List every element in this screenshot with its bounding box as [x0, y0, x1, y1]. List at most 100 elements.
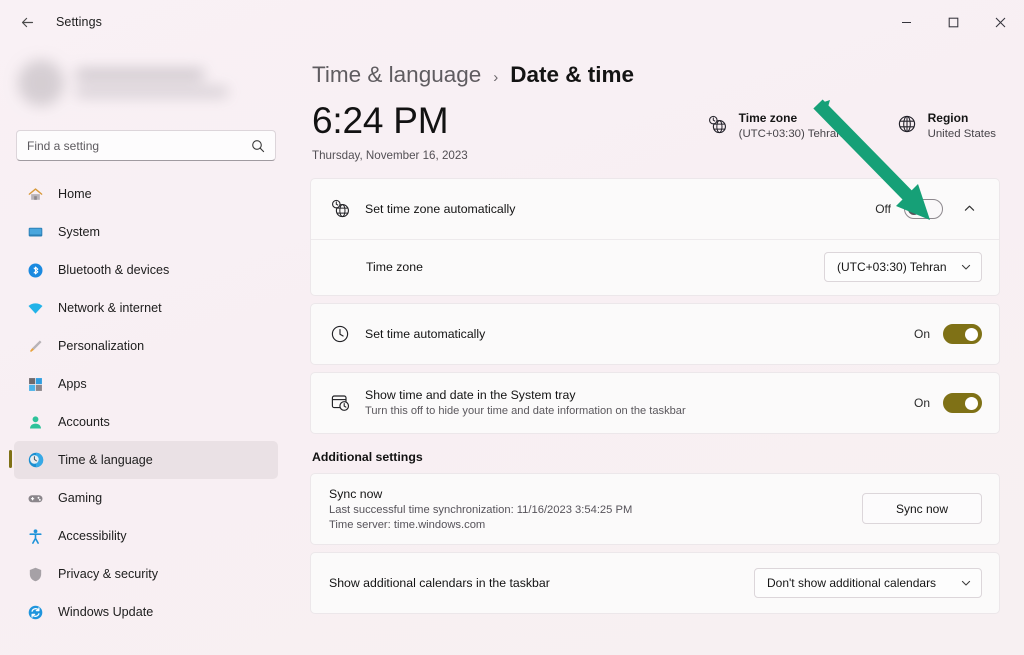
tray-clock-icon	[329, 392, 351, 413]
additional-calendars-controls: Don't show additional calendars	[754, 567, 982, 598]
sidebar-item-bluetooth-devices[interactable]: Bluetooth & devices	[14, 251, 278, 289]
main-content: Time & language › Date & time 6:24 PM Th…	[292, 44, 1024, 655]
show-tray-row[interactable]: Show time and date in the System tray Tu…	[311, 373, 999, 433]
timezone-info-text: Time zone (UTC+03:30) Tehran	[739, 111, 843, 140]
account-icon	[26, 413, 45, 432]
minimize-button[interactable]	[883, 0, 930, 44]
show-tray-text: Show time and date in the System tray Tu…	[365, 388, 900, 417]
settings-window: Settings Find a setting Home System Blue…	[0, 0, 1024, 655]
timezone-row: Time zone (UTC+03:30) Tehran	[311, 238, 999, 295]
close-button[interactable]	[977, 0, 1024, 44]
back-arrow-icon	[21, 17, 33, 27]
show-tray-toggle[interactable]	[943, 392, 982, 413]
sync-now-controls: Sync now	[862, 493, 982, 525]
breadcrumb: Time & language › Date & time	[310, 62, 1000, 88]
set-time-automatically-controls: On	[914, 323, 982, 344]
timezone-row-controls: (UTC+03:30) Tehran	[824, 252, 982, 283]
minimize-icon	[902, 21, 911, 23]
sidebar-item-personalization[interactable]: Personalization	[14, 327, 278, 365]
search-box[interactable]	[16, 130, 276, 161]
sidebar-item-label: Time & language	[58, 453, 153, 467]
last-sync-time: Last successful time synchronization: 11…	[329, 503, 633, 516]
sidebar-item-windows-update[interactable]: Windows Update	[14, 593, 278, 631]
additional-calendars-dropdown[interactable]: Don't show additional calendars	[754, 567, 982, 598]
info-blocks: Time zone (UTC+03:30) Tehran Region Unit…	[707, 102, 1000, 140]
time-language-icon	[26, 451, 45, 470]
paintbrush-icon	[26, 337, 45, 356]
sidebar-item-label: System	[58, 225, 100, 239]
user-profile[interactable]	[18, 52, 274, 114]
page-title: Date & time	[510, 62, 635, 87]
shield-icon	[26, 565, 45, 584]
accessibility-icon	[26, 527, 45, 546]
clock-block: 6:24 PM Thursday, November 16, 2023	[312, 101, 468, 162]
sidebar-item-label: Accounts	[58, 415, 110, 429]
apps-icon	[26, 375, 45, 394]
timezone-info-value: (UTC+03:30) Tehran	[738, 128, 843, 140]
set-timezone-automatically-row[interactable]: Set time zone automatically Off	[311, 179, 999, 239]
globe-icon	[897, 114, 917, 134]
sidebar-nav: Home System Bluetooth & devices Network …	[9, 175, 282, 631]
sync-now-card: Sync now Last successful time synchroniz…	[310, 472, 1000, 545]
additional-calendars-title: Show additional calendars in the taskbar	[329, 575, 550, 590]
search-input[interactable]	[27, 138, 251, 153]
set-time-automatically-text: Set time automatically	[365, 327, 900, 341]
time-server: Time server: time.windows.com	[329, 518, 486, 531]
app-title: Settings	[56, 15, 102, 29]
sidebar-item-privacy-security[interactable]: Privacy & security	[14, 555, 278, 593]
timezone-globe-icon	[707, 114, 728, 135]
show-tray-title: Show time and date in the System tray	[365, 388, 576, 403]
profile-text	[76, 69, 228, 97]
clock-icon	[329, 324, 351, 344]
clock-summary: 6:24 PM Thursday, November 16, 2023 Time…	[310, 101, 1000, 162]
sidebar-item-label: Bluetooth & devices	[58, 263, 170, 277]
update-icon	[26, 603, 45, 622]
gamepad-icon	[26, 489, 45, 508]
sidebar-item-accessibility[interactable]: Accessibility	[14, 517, 278, 555]
timezone-globe-icon	[329, 198, 351, 219]
sync-now-text: Sync now Last successful time synchroniz…	[329, 487, 848, 531]
sidebar-item-accounts[interactable]: Accounts	[14, 403, 278, 441]
breadcrumb-parent-link[interactable]: Time & language	[312, 62, 481, 88]
set-time-automatically-toggle[interactable]	[943, 323, 982, 344]
timezone-dropdown[interactable]: (UTC+03:30) Tehran	[824, 252, 982, 283]
sidebar-item-label: Gaming	[58, 491, 103, 505]
timezone-info: Time zone (UTC+03:30) Tehran	[707, 111, 843, 140]
chevron-up-icon[interactable]	[956, 202, 982, 215]
sidebar-item-label: Privacy & security	[58, 567, 159, 581]
search-icon	[251, 139, 265, 153]
sidebar-item-label: Accessibility	[58, 529, 127, 543]
timezone-info-title: Time zone	[738, 111, 798, 125]
sidebar-item-gaming[interactable]: Gaming	[14, 479, 278, 517]
show-tray-card: Show time and date in the System tray Tu…	[310, 371, 1000, 434]
set-timezone-automatically-toggle[interactable]	[904, 198, 943, 219]
region-info: Region United States	[897, 111, 996, 140]
additional-calendars-row: Show additional calendars in the taskbar…	[311, 553, 999, 613]
wifi-icon	[26, 299, 45, 318]
sync-now-button[interactable]: Sync now	[862, 493, 982, 525]
set-timezone-automatically-state: Off	[875, 201, 891, 216]
set-time-automatically-card: Set time automatically On	[310, 302, 1000, 365]
sidebar-item-label: Home	[58, 187, 92, 201]
sidebar-item-network-internet[interactable]: Network & internet	[14, 289, 278, 327]
bluetooth-icon	[26, 261, 45, 280]
set-time-automatically-row[interactable]: Set time automatically On	[311, 304, 999, 364]
timezone-row-text: Time zone	[366, 260, 810, 274]
current-date: Thursday, November 16, 2023	[312, 148, 468, 162]
sidebar-item-home[interactable]: Home	[14, 175, 278, 213]
sidebar-item-system[interactable]: System	[14, 213, 278, 251]
chevron-right-icon: ›	[493, 69, 499, 86]
chevron-down-icon	[960, 261, 972, 273]
maximize-button[interactable]	[930, 0, 977, 44]
show-tray-controls: On	[914, 392, 982, 413]
maximize-icon	[948, 17, 959, 27]
sidebar-item-label: Windows Update	[58, 605, 154, 619]
timezone-row-title: Time zone	[366, 260, 423, 275]
sidebar-item-time-language[interactable]: Time & language	[9, 441, 278, 479]
additional-settings-heading: Additional settings	[312, 449, 423, 464]
sidebar-item-apps[interactable]: Apps	[14, 365, 278, 403]
set-timezone-automatically-controls: Off	[875, 198, 982, 219]
set-timezone-automatically-text: Set time zone automatically	[365, 202, 861, 216]
back-button[interactable]	[10, 6, 44, 38]
chevron-down-icon	[960, 577, 972, 589]
